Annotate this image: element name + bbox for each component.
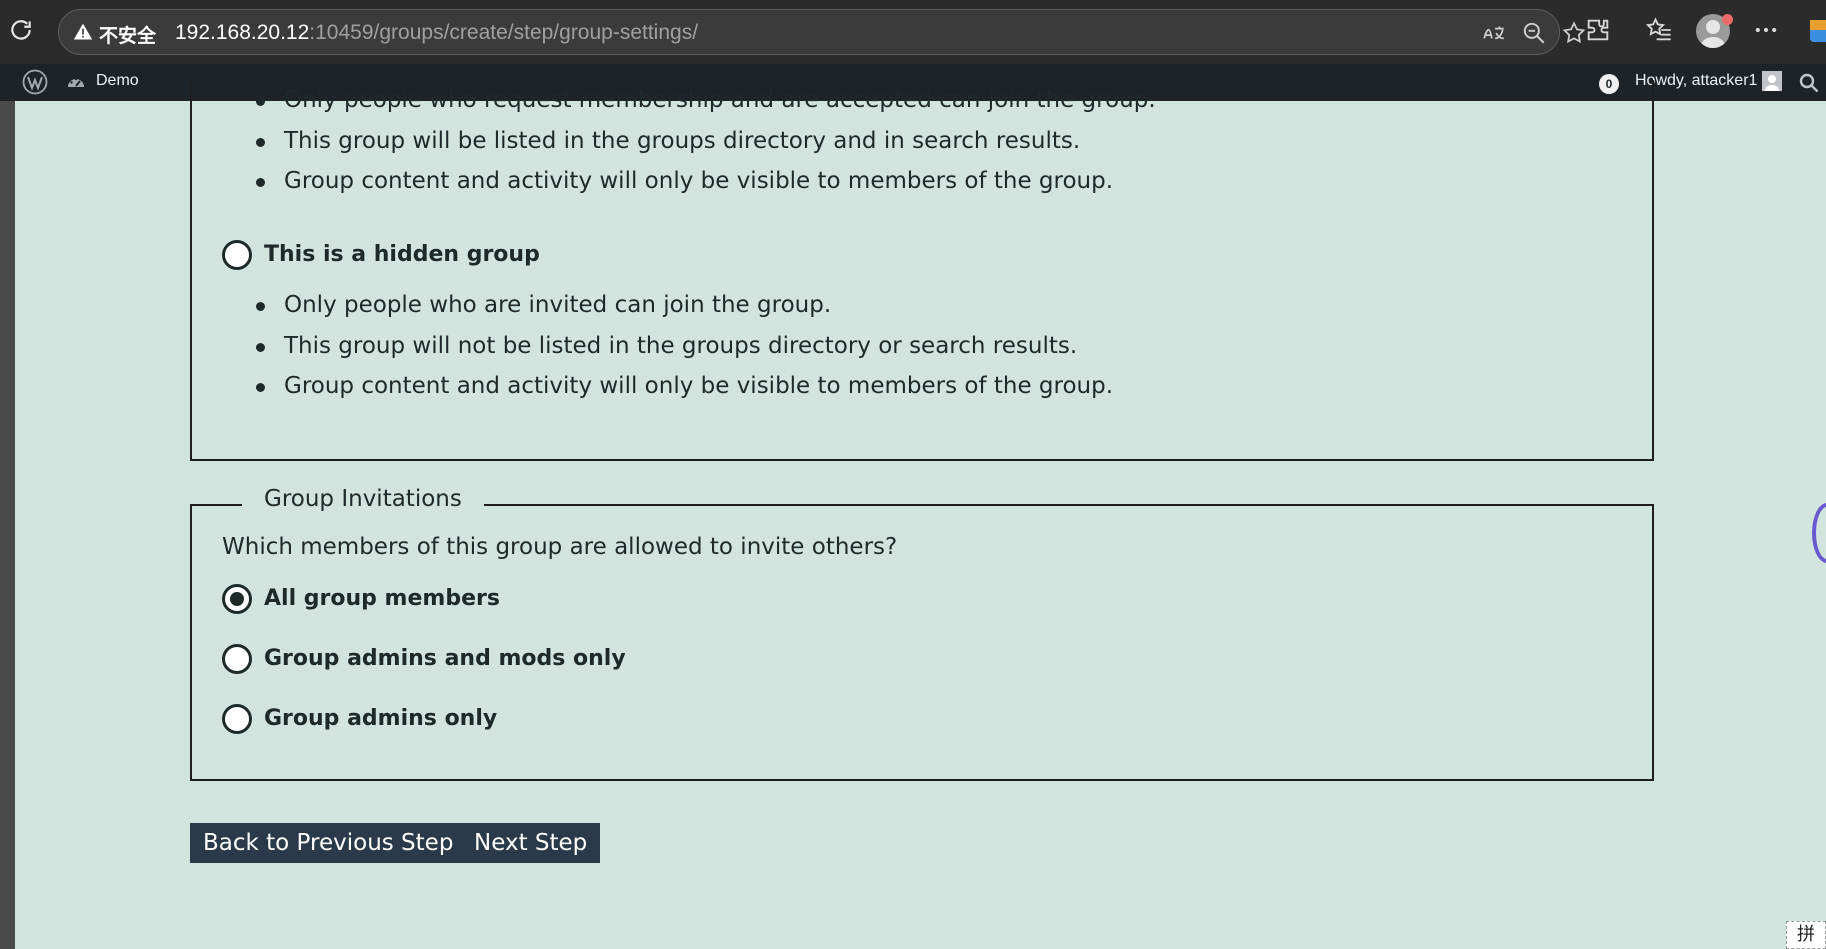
dashboard-icon[interactable] [66, 72, 86, 92]
group-invitations-fieldset: Group Invitations Which members of this … [190, 486, 1654, 781]
group-invitations-legend: Group Invitations [242, 486, 484, 512]
list-item: Group content and activity will only be … [255, 366, 1113, 407]
private-group-details: Only people who request membership and a… [256, 80, 1156, 202]
favorites-icon[interactable] [1645, 16, 1673, 44]
list-item: This group will be listed in the groups … [256, 121, 1156, 162]
search-icon[interactable] [1798, 72, 1820, 94]
translate-icon[interactable] [1481, 20, 1507, 46]
hidden-group-radio[interactable] [222, 240, 252, 270]
browser-toolbar: 不安全 192.168.20.12:10459/groups/create/st… [0, 0, 1826, 64]
page-left-edge [0, 101, 15, 949]
user-avatar-icon[interactable] [1762, 71, 1782, 91]
next-step-button[interactable]: Next Step [461, 823, 601, 863]
privacy-options-fieldset: Only people who request membership and a… [190, 80, 1654, 461]
reload-icon[interactable] [8, 17, 34, 43]
back-to-previous-step-button[interactable]: Back to Previous Step [190, 823, 467, 863]
address-bar[interactable]: 不安全 192.168.20.12:10459/groups/create/st… [58, 9, 1586, 55]
profile-notification-dot [1722, 14, 1733, 25]
list-item: Group content and activity will only be … [256, 161, 1156, 202]
list-item: Only people who are invited can join the… [255, 285, 1113, 326]
security-status[interactable]: 不安全 [99, 21, 156, 48]
invite-question: Which members of this group are allowed … [222, 534, 898, 560]
invite-option-label[interactable]: Group admins and mods only [264, 646, 626, 671]
invite-admins-mods-radio[interactable] [222, 644, 252, 674]
invite-option-label[interactable]: All group members [264, 586, 500, 611]
site-name-link[interactable]: Demo [96, 72, 139, 90]
more-options-icon[interactable] [1752, 16, 1780, 44]
hidden-group-label[interactable]: This is a hidden group [264, 242, 540, 267]
wordpress-logo-icon[interactable] [22, 69, 48, 95]
invite-admins-radio[interactable] [222, 704, 252, 734]
edge-sidebar-handle[interactable] [1812, 503, 1826, 563]
copilot-icon[interactable] [1806, 16, 1826, 46]
url-text[interactable]: 192.168.20.12:10459/groups/create/step/g… [175, 21, 698, 45]
invite-option-label[interactable]: Group admins only [264, 706, 497, 731]
list-item: This group will not be listed in the gro… [255, 326, 1113, 367]
hidden-group-details: Only people who are invited can join the… [255, 285, 1113, 407]
zoom-out-icon[interactable] [1521, 20, 1547, 46]
ime-indicator: 拼 [1786, 921, 1826, 949]
extensions-icon[interactable] [1584, 16, 1612, 44]
warning-icon [73, 23, 93, 40]
list-item: Only people who request membership and a… [256, 80, 1156, 121]
invite-all-members-radio[interactable] [222, 584, 252, 614]
